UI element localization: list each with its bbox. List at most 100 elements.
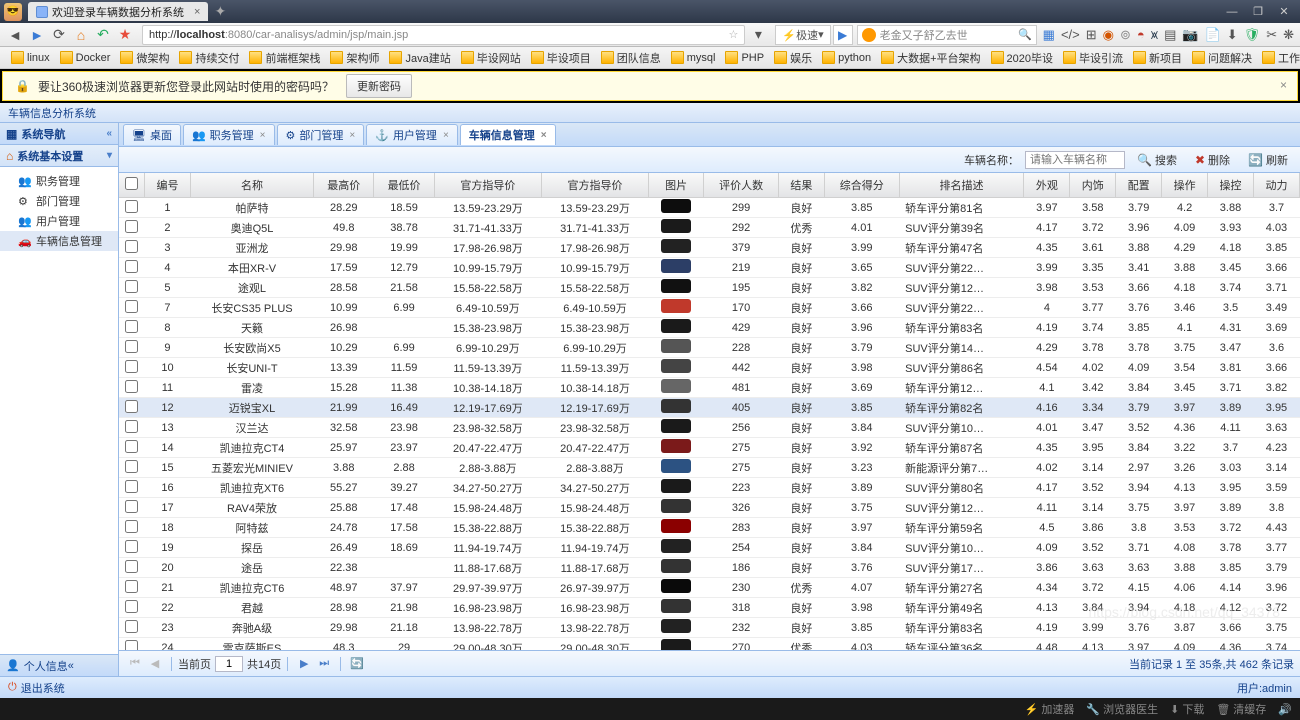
close-tab-icon[interactable]: × — [443, 130, 449, 141]
row-checkbox[interactable] — [119, 318, 145, 338]
row-checkbox[interactable] — [119, 338, 145, 358]
row-checkbox[interactable] — [119, 538, 145, 558]
row-checkbox[interactable] — [119, 378, 145, 398]
ext-icon[interactable]: ▤ — [1164, 27, 1176, 43]
row-checkbox[interactable] — [119, 618, 145, 638]
tree-item-1[interactable]: ⚙部门管理 — [0, 191, 118, 211]
table-row[interactable]: 12迈锐宝XL21.9916.4912.19-17.69万12.19-17.69… — [119, 398, 1300, 418]
minimize-button[interactable]: — — [1220, 4, 1244, 20]
bookmark-folder[interactable]: 前端框架栈 — [244, 50, 325, 66]
ext-icon[interactable]: ⊞ — [1086, 27, 1097, 43]
sound-icon[interactable]: 🔊 — [1278, 703, 1292, 716]
ext-icon[interactable]: </> — [1061, 27, 1080, 43]
bookmark-folder[interactable]: 毕设项目 — [526, 50, 596, 66]
notify-close-icon[interactable]: × — [1280, 78, 1287, 92]
home-button[interactable]: ⌂ — [72, 26, 90, 44]
column-header[interactable]: 操控 — [1208, 173, 1254, 198]
bookmark-folder[interactable]: 团队信息 — [596, 50, 666, 66]
prev-page-button[interactable]: ◀ — [147, 656, 163, 672]
vehicle-name-input[interactable] — [1025, 151, 1125, 169]
browser-status-item[interactable]: 🗑清缓存 — [1216, 701, 1266, 717]
expand-icon[interactable]: ▾ — [107, 150, 112, 161]
restore-button[interactable]: ❐ — [1246, 4, 1270, 20]
bookmark-folder[interactable]: python — [817, 51, 876, 64]
bookmark-folder[interactable]: PHP — [720, 51, 769, 64]
ext-icon[interactable]: ⬇ — [1227, 27, 1238, 43]
bookmark-folder[interactable]: mysql — [666, 51, 721, 64]
row-checkbox[interactable] — [119, 218, 145, 238]
ext-icon[interactable]: ❋ — [1283, 27, 1294, 43]
column-header[interactable]: 操作 — [1162, 173, 1208, 198]
table-row[interactable]: 14凯迪拉克CT425.9723.9720.47-22.47万20.47-22.… — [119, 438, 1300, 458]
bookmark-folder[interactable]: 毕设引流 — [1058, 50, 1128, 66]
row-checkbox[interactable] — [119, 298, 145, 318]
forward-button[interactable]: ► — [28, 26, 46, 44]
row-checkbox[interactable] — [119, 438, 145, 458]
row-checkbox[interactable] — [119, 198, 145, 218]
table-row[interactable]: 15五菱宏光MINIEV3.882.882.88-3.88万2.88-3.88万… — [119, 458, 1300, 478]
star-button[interactable]: ★ — [116, 26, 134, 44]
browser-status-item[interactable]: ⬇下载 — [1170, 701, 1204, 717]
row-checkbox[interactable] — [119, 358, 145, 378]
reload-button[interactable]: ⟳ — [50, 26, 68, 44]
table-row[interactable]: 19探岳26.4918.6911.94-19.74万11.94-19.74万25… — [119, 538, 1300, 558]
column-header[interactable]: 图片 — [649, 173, 704, 198]
bookmark-folder[interactable]: Docker — [55, 51, 116, 64]
bookmark-star-icon[interactable]: ☆ — [729, 28, 739, 41]
logout-link[interactable]: 退出系统 — [21, 680, 65, 696]
close-tab-icon[interactable]: × — [349, 130, 355, 141]
bookmark-folder[interactable]: 毕设网站 — [456, 50, 526, 66]
browser-status-item[interactable]: 🔧浏览器医生 — [1086, 701, 1158, 717]
table-row[interactable]: 22君越28.9821.9816.98-23.98万16.98-23.98万31… — [119, 598, 1300, 618]
browser-status-item[interactable]: ⚡加速器 — [1025, 701, 1075, 717]
row-checkbox[interactable] — [119, 598, 145, 618]
ext-icon[interactable]: 🛡 — [1244, 27, 1261, 43]
sidebar-group-header[interactable]: ⌂ 系统基本设置 ▾ — [0, 145, 118, 167]
column-header[interactable]: 外观 — [1024, 173, 1070, 198]
column-header[interactable]: 内饰 — [1070, 173, 1116, 198]
bookmark-folder[interactable]: 大数据+平台架构 — [876, 50, 985, 66]
table-row[interactable]: 2奥迪Q5L49.838.7831.71-41.33万31.71-41.33万2… — [119, 218, 1300, 238]
update-password-button[interactable]: 更新密码 — [346, 74, 412, 98]
first-page-button[interactable]: ⏮ — [127, 656, 143, 672]
bookmark-folder[interactable]: 2020毕设 — [986, 50, 1058, 66]
ext-icon[interactable]: ✂ — [1266, 27, 1277, 43]
row-checkbox[interactable] — [119, 418, 145, 438]
search-button[interactable]: 🔍搜索 — [1131, 150, 1183, 170]
go-button[interactable]: ▶ — [833, 25, 853, 45]
column-header[interactable]: 配置 — [1116, 173, 1162, 198]
delete-button[interactable]: ✖删除 — [1189, 150, 1236, 170]
ext-icon[interactable]: ⊚ — [1120, 27, 1131, 43]
column-header[interactable]: 编号 — [145, 173, 191, 198]
content-tab[interactable]: 👥职务管理× — [183, 124, 275, 145]
row-checkbox[interactable] — [119, 458, 145, 478]
search-icon[interactable]: 🔍 — [1018, 28, 1032, 41]
url-input[interactable]: http://localhost:8080/car-analisys/admin… — [142, 25, 745, 45]
table-row[interactable]: 4本田XR-V17.5912.7910.99-15.79万10.99-15.79… — [119, 258, 1300, 278]
content-tab[interactable]: 车辆信息管理× — [460, 124, 556, 145]
next-page-button[interactable]: ▶ — [296, 656, 312, 672]
undo-button[interactable]: ↶ — [94, 26, 112, 44]
tab-close-icon[interactable]: × — [194, 6, 200, 18]
column-header[interactable]: 排名描述 — [899, 173, 1024, 198]
new-tab-button[interactable]: ✦ — [214, 3, 226, 20]
column-header[interactable]: 综合得分 — [824, 173, 899, 198]
table-row[interactable]: 3亚洲龙29.9819.9917.98-26.98万17.98-26.98万37… — [119, 238, 1300, 258]
collapse-sidebar-icon[interactable]: « — [106, 128, 112, 139]
close-tab-icon[interactable]: × — [541, 130, 547, 141]
bookmark-folder[interactable]: 微架构 — [115, 50, 174, 66]
table-row[interactable]: 18阿特兹24.7817.5815.38-22.88万15.38-22.88万2… — [119, 518, 1300, 538]
select-all-header[interactable] — [119, 173, 145, 198]
column-header[interactable]: 评价人数 — [704, 173, 779, 198]
column-header[interactable]: 最低价 — [374, 173, 434, 198]
refresh-pager-button[interactable]: 🔄 — [349, 656, 365, 672]
bookmark-folder[interactable]: 架构师 — [325, 50, 384, 66]
row-checkbox[interactable] — [119, 558, 145, 578]
table-row[interactable]: 8天籁26.9815.38-23.98万15.38-23.98万429良好3.9… — [119, 318, 1300, 338]
table-row[interactable]: 16凯迪拉克XT655.2739.2734.27-50.27万34.27-50.… — [119, 478, 1300, 498]
row-checkbox[interactable] — [119, 398, 145, 418]
table-row[interactable]: 11雷凌15.2811.3810.38-14.18万10.38-14.18万48… — [119, 378, 1300, 398]
browser-tab[interactable]: 欢迎登录车辆数据分析系统 × — [28, 2, 208, 21]
bookmark-folder[interactable]: Java建站 — [384, 50, 455, 66]
dropdown-icon[interactable]: ▾ — [749, 26, 767, 44]
